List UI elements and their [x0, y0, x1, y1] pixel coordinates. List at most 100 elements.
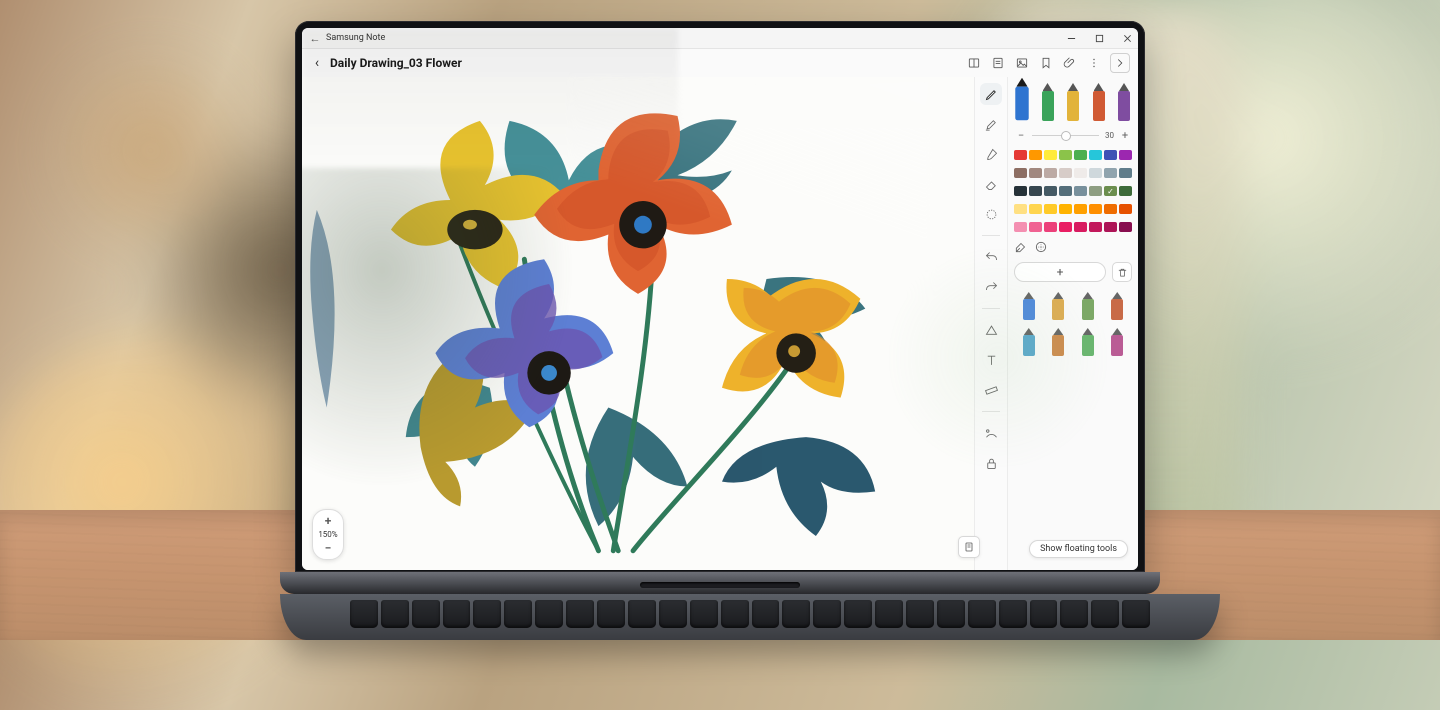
undo-icon[interactable]	[980, 246, 1002, 268]
zoom-control: + 150% −	[312, 509, 344, 560]
swatch-grid-2	[1014, 168, 1132, 178]
delete-favorite-button[interactable]	[1112, 262, 1132, 282]
bookmark-icon[interactable]	[1038, 55, 1054, 71]
color-swatch[interactable]	[1029, 186, 1042, 196]
favorite-pens-grid	[1014, 290, 1132, 358]
color-swatch[interactable]	[1014, 222, 1027, 232]
brush-size-increase[interactable]: +	[1120, 129, 1130, 142]
color-swatch[interactable]	[1014, 186, 1027, 196]
color-swatch[interactable]	[1074, 186, 1087, 196]
highlighter-tool-icon[interactable]	[980, 113, 1002, 135]
color-swatch[interactable]	[1089, 150, 1102, 160]
app-screen: ← Samsung Note ‹ Daily Drawing_03 Flower	[302, 28, 1138, 570]
window-maximize-button[interactable]	[1092, 34, 1106, 43]
reading-mode-icon[interactable]	[966, 55, 982, 71]
zoom-out-button[interactable]: −	[318, 541, 338, 555]
color-swatch[interactable]	[1074, 204, 1087, 214]
shape-tool-icon[interactable]	[980, 319, 1002, 341]
window-close-button[interactable]	[1120, 34, 1134, 43]
forward-button[interactable]	[1110, 53, 1130, 73]
show-floating-tools-button[interactable]: Show floating tools	[1029, 540, 1128, 558]
page-template-icon[interactable]	[990, 55, 1006, 71]
color-swatch[interactable]	[1044, 150, 1057, 160]
pen-preset[interactable]	[1067, 83, 1079, 121]
color-swatch[interactable]	[1059, 168, 1072, 178]
eraser-tool-icon[interactable]	[980, 173, 1002, 195]
brush-size-slider[interactable]	[1032, 135, 1099, 136]
selection-tool-icon[interactable]	[980, 203, 1002, 225]
favorite-pen[interactable]	[1111, 328, 1123, 356]
color-swatch[interactable]	[1074, 222, 1087, 232]
window-minimize-button[interactable]	[1064, 34, 1078, 43]
color-swatch[interactable]	[1104, 186, 1117, 196]
color-swatch[interactable]	[1014, 150, 1027, 160]
color-swatch[interactable]	[1044, 204, 1057, 214]
color-swatch[interactable]	[1059, 222, 1072, 232]
color-swatch[interactable]	[1089, 168, 1102, 178]
favorite-pen[interactable]	[1052, 292, 1064, 320]
color-wheel-icon[interactable]	[1034, 240, 1048, 254]
color-swatch[interactable]	[1119, 150, 1132, 160]
color-swatch[interactable]	[1119, 168, 1132, 178]
brush-size-control: − 30 +	[1014, 129, 1132, 142]
favorite-pen[interactable]	[1023, 328, 1035, 356]
color-swatch[interactable]	[1089, 222, 1102, 232]
attachment-icon[interactable]	[1062, 55, 1078, 71]
favorite-pen[interactable]	[1023, 292, 1035, 320]
text-tool-icon[interactable]	[980, 349, 1002, 371]
color-swatch[interactable]	[1119, 186, 1132, 196]
color-swatch[interactable]	[1119, 204, 1132, 214]
color-swatch[interactable]	[1044, 168, 1057, 178]
image-insert-icon[interactable]	[1014, 55, 1030, 71]
color-swatch[interactable]	[1029, 150, 1042, 160]
vertical-toolstrip	[974, 77, 1007, 570]
pen-preset[interactable]	[1042, 83, 1054, 121]
brush-tool-icon[interactable]	[980, 143, 1002, 165]
zoom-level-label: 150%	[318, 530, 337, 539]
color-swatch[interactable]	[1029, 222, 1042, 232]
color-swatch[interactable]	[1059, 150, 1072, 160]
pen-preset[interactable]	[1093, 83, 1105, 121]
brush-size-decrease[interactable]: −	[1016, 129, 1026, 142]
window-titlebar: ← Samsung Note	[302, 28, 1138, 49]
redo-icon[interactable]	[980, 276, 1002, 298]
color-swatch[interactable]	[1029, 204, 1042, 214]
note-title: Daily Drawing_03 Flower	[330, 56, 462, 70]
pen-preset[interactable]	[1118, 83, 1130, 121]
color-swatch[interactable]	[1074, 150, 1087, 160]
color-swatch[interactable]	[1104, 204, 1117, 214]
ruler-tool-icon[interactable]	[980, 379, 1002, 401]
titlebar-back-icon[interactable]: ←	[308, 32, 322, 45]
color-swatch[interactable]	[1089, 186, 1102, 196]
color-swatch[interactable]	[1044, 186, 1057, 196]
flower-artwork	[302, 77, 974, 570]
color-swatch[interactable]	[1014, 168, 1027, 178]
more-options-icon[interactable]	[1086, 55, 1102, 71]
color-swatch[interactable]	[1074, 168, 1087, 178]
zoom-in-button[interactable]: +	[318, 514, 338, 528]
back-button[interactable]: ‹	[310, 55, 324, 71]
color-swatch[interactable]	[1044, 222, 1057, 232]
color-swatch[interactable]	[1029, 168, 1042, 178]
lock-canvas-icon[interactable]	[980, 452, 1002, 474]
color-swatch[interactable]	[1089, 204, 1102, 214]
color-swatch[interactable]	[1104, 150, 1117, 160]
page-manager-button[interactable]	[958, 536, 980, 558]
easy-writing-icon[interactable]	[980, 422, 1002, 444]
pen-tool-icon[interactable]	[980, 83, 1002, 105]
favorite-pen[interactable]	[1082, 328, 1094, 356]
color-swatch[interactable]	[1014, 204, 1027, 214]
pen-preset-row	[1014, 83, 1132, 121]
color-swatch[interactable]	[1059, 204, 1072, 214]
color-swatch[interactable]	[1104, 222, 1117, 232]
eyedropper-icon[interactable]	[1014, 240, 1028, 254]
favorite-pen[interactable]	[1111, 292, 1123, 320]
color-swatch[interactable]	[1119, 222, 1132, 232]
drawing-canvas[interactable]: + 150% −	[302, 77, 974, 570]
add-favorite-button[interactable]: +	[1014, 262, 1106, 282]
color-swatch[interactable]	[1059, 186, 1072, 196]
pen-preset[interactable]	[1015, 78, 1028, 121]
color-swatch[interactable]	[1104, 168, 1117, 178]
favorite-pen[interactable]	[1082, 292, 1094, 320]
favorite-pen[interactable]	[1052, 328, 1064, 356]
